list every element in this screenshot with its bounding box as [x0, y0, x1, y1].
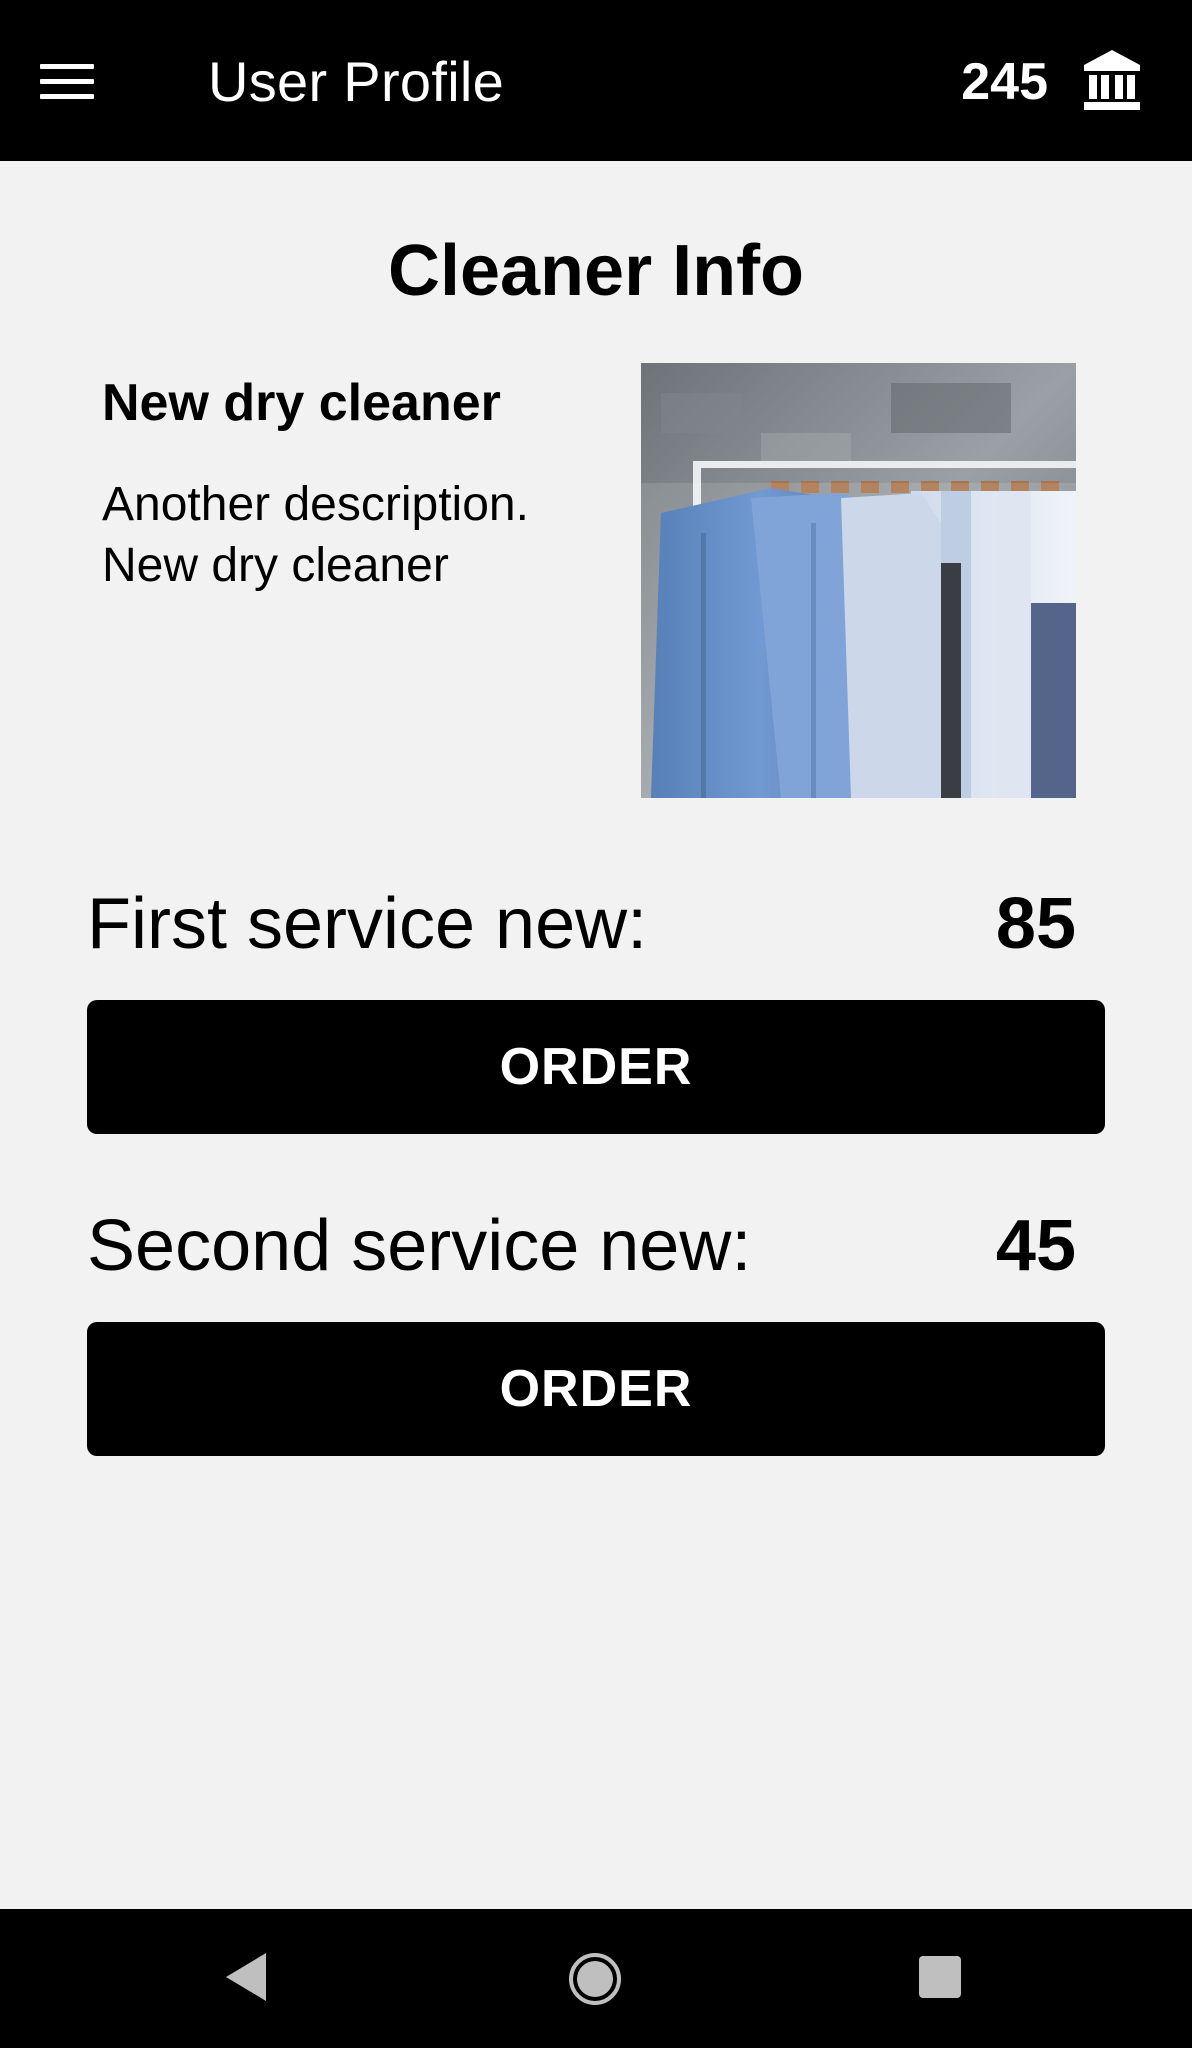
service-label: First service new: [87, 884, 648, 964]
home-icon[interactable] [567, 1951, 623, 2007]
service-label: Second service new: [87, 1206, 752, 1286]
balance-value: 245 [961, 53, 1048, 111]
order-button[interactable]: ORDER [87, 1322, 1105, 1456]
back-icon[interactable] [222, 1949, 272, 2005]
clothes-rack-photo [641, 363, 1076, 798]
cleaner-name: New dry cleaner [102, 374, 501, 432]
hamburger-menu-icon[interactable] [30, 50, 104, 112]
app-bar: User Profile 245 [0, 0, 1192, 161]
bank-icon[interactable] [1082, 48, 1142, 112]
system-nav-bar [0, 1909, 1192, 2048]
cleaner-description: Another description. New dry cleaner [102, 478, 529, 592]
section-title: Cleaner Info [387, 231, 805, 311]
page-title: User Profile [208, 50, 505, 113]
recents-icon[interactable] [917, 1954, 963, 2000]
service-price: 85 [995, 884, 1076, 964]
order-button[interactable]: ORDER [87, 1000, 1105, 1134]
service-price: 45 [995, 1206, 1076, 1286]
